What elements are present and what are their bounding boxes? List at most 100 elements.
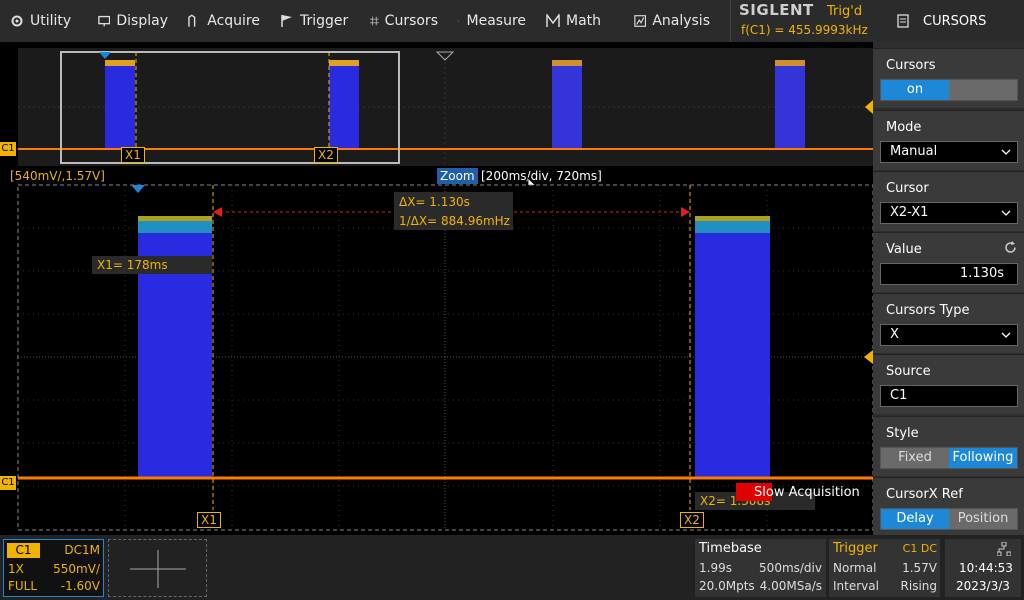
cursor-section: Cursor X2-X1 bbox=[873, 171, 1024, 231]
refresh-icon[interactable] bbox=[1004, 241, 1017, 254]
channel-bandwidth: FULL bbox=[8, 579, 38, 593]
main-waveform[interactable] bbox=[0, 180, 873, 535]
measure-icon bbox=[458, 19, 459, 23]
mode-section: Mode Manual bbox=[873, 110, 1024, 170]
channel-info[interactable]: C1 DC1M 1X 550mV/ FULL -1.60V bbox=[3, 539, 104, 597]
cursors-on-option[interactable]: on bbox=[881, 80, 949, 100]
frequency-readout: f(C1) = 455.9993kHz bbox=[741, 23, 868, 37]
panel-header: CURSORS bbox=[873, 0, 1024, 42]
overview-channel-tag: C1 bbox=[0, 142, 16, 156]
menu-math-label: Math bbox=[566, 13, 602, 29]
menu-display-label: Display bbox=[116, 13, 168, 29]
overview-x2-label: X2 bbox=[314, 147, 338, 163]
value-value: 1.130s bbox=[960, 266, 1004, 281]
chevron-down-icon bbox=[1001, 210, 1011, 216]
menu-measure[interactable]: Measure bbox=[448, 0, 536, 42]
cursor-x1-label[interactable]: X1 bbox=[197, 512, 221, 528]
trigger-source: C1 DC bbox=[902, 542, 937, 555]
style-following-option[interactable]: Following bbox=[949, 448, 1017, 468]
cursor-label: Cursor bbox=[886, 181, 929, 196]
value-section: Value 1.130s bbox=[873, 232, 1024, 292]
acquire-icon bbox=[188, 14, 196, 27]
style-toggle[interactable]: Fixed Following bbox=[880, 447, 1018, 469]
trigger-mode: Normal bbox=[833, 561, 877, 575]
cursors-section: Cursors on bbox=[873, 48, 1024, 108]
cursorx-ref-section: CursorX Ref Delay Position bbox=[873, 477, 1024, 537]
pulse-1-band bbox=[138, 221, 212, 233]
source-value: C1 bbox=[890, 388, 908, 403]
menu-measure-label: Measure bbox=[466, 13, 527, 29]
gear-icon bbox=[11, 15, 23, 27]
trigger-label: Trigger bbox=[833, 541, 878, 556]
menu-cursors[interactable]: Cursors bbox=[360, 0, 448, 42]
cursor-select[interactable]: X2-X1 bbox=[880, 202, 1018, 224]
style-section: Style Fixed Following bbox=[873, 416, 1024, 476]
menu-acquire[interactable]: Acquire bbox=[178, 0, 270, 42]
channel-scale: 550mV/ bbox=[53, 562, 100, 576]
flag-icon bbox=[281, 15, 292, 27]
trigger-state: Trig'd bbox=[827, 4, 863, 19]
overview-pulse bbox=[775, 60, 805, 148]
ref-delay-option[interactable]: Delay bbox=[881, 509, 949, 529]
trigger-level: 1.57V bbox=[902, 561, 937, 575]
crosshair-icon bbox=[370, 16, 379, 26]
menu-utility[interactable]: Utility bbox=[0, 0, 88, 42]
ref-position-option[interactable]: Position bbox=[949, 509, 1017, 529]
delta-readout: ΔX= 1.130s 1/ΔX= 884.96mHz bbox=[394, 192, 513, 230]
pulse-1-top bbox=[138, 216, 212, 221]
timebase-scale: 500ms/div bbox=[759, 561, 822, 575]
timebase-rate: 4.00MSa/s bbox=[759, 579, 822, 593]
document-icon bbox=[897, 14, 909, 28]
trigger-info[interactable]: Trigger C1 DC Normal 1.57V Interval Risi… bbox=[829, 539, 940, 597]
style-label: Style bbox=[886, 426, 919, 441]
overview-pulse-top bbox=[105, 60, 135, 66]
overview-pulse bbox=[329, 60, 359, 148]
status-area: SIGLENT Trig'd f(C1) = 455.9993kHz bbox=[730, 0, 873, 42]
analysis-icon bbox=[634, 15, 647, 27]
menu-math[interactable]: Math bbox=[536, 0, 624, 42]
oscilloscope-screen: Utility Display Acquire Trigger Cursors … bbox=[0, 0, 1024, 600]
panel-title: CURSORS bbox=[923, 13, 987, 29]
overview-pulse bbox=[105, 60, 135, 148]
menu-analysis[interactable]: Analysis bbox=[624, 0, 720, 42]
add-channel-button[interactable] bbox=[108, 539, 207, 597]
menu-display[interactable]: Display bbox=[88, 0, 178, 42]
cursorx-ref-label: CursorX Ref bbox=[886, 487, 963, 502]
menu-trigger-label: Trigger bbox=[300, 13, 349, 29]
cursor-value: X2-X1 bbox=[890, 205, 929, 220]
x1-readout: X1= 178ms bbox=[92, 256, 212, 274]
delta-x: ΔX= 1.130s bbox=[399, 195, 470, 209]
cursors-off-option[interactable] bbox=[949, 80, 1017, 100]
trigger-type: Interval bbox=[833, 579, 879, 593]
brand-logo: SIGLENT bbox=[739, 1, 814, 19]
timebase-delay: 1.99s bbox=[699, 561, 732, 575]
channel-tag: C1 bbox=[0, 476, 16, 490]
clock-date: 2023/3/3 bbox=[956, 579, 1010, 593]
menu-analysis-label: Analysis bbox=[652, 13, 710, 29]
cursors-type-select[interactable]: X bbox=[880, 324, 1018, 346]
source-select[interactable]: C1 bbox=[880, 385, 1018, 407]
menu-cursors-label: Cursors bbox=[384, 13, 438, 29]
cursor-x2-label[interactable]: X2 bbox=[680, 512, 704, 528]
cursors-toggle[interactable]: on bbox=[880, 79, 1018, 101]
plus-icon bbox=[130, 550, 186, 588]
mode-label: Mode bbox=[886, 120, 922, 135]
trigger-slope: Rising bbox=[900, 579, 937, 593]
overview-pulse-top bbox=[329, 60, 359, 66]
menu-trigger[interactable]: Trigger bbox=[270, 0, 360, 42]
value-input[interactable]: 1.130s bbox=[880, 263, 1018, 285]
pulse-2-band bbox=[695, 221, 770, 233]
chevron-down-icon bbox=[1001, 332, 1011, 338]
cursors-panel: CURSORS Cursors on Mode Manual Cursor X2… bbox=[873, 0, 1024, 537]
cursors-type-value: X bbox=[890, 327, 899, 342]
menu-utility-label: Utility bbox=[30, 13, 72, 29]
style-fixed-option[interactable]: Fixed bbox=[881, 448, 949, 468]
overview-pulse-top bbox=[552, 60, 582, 66]
value-label: Value bbox=[886, 242, 922, 257]
cursorx-ref-toggle[interactable]: Delay Position bbox=[880, 508, 1018, 530]
mode-select[interactable]: Manual bbox=[880, 141, 1018, 163]
channel-offset: -1.60V bbox=[60, 579, 100, 593]
network-icon[interactable] bbox=[997, 542, 1011, 556]
timebase-info[interactable]: Timebase 1.99s 500ms/div 20.0Mpts 4.00MS… bbox=[695, 539, 826, 597]
slow-acquisition-text: Slow Acquisition bbox=[754, 485, 860, 500]
